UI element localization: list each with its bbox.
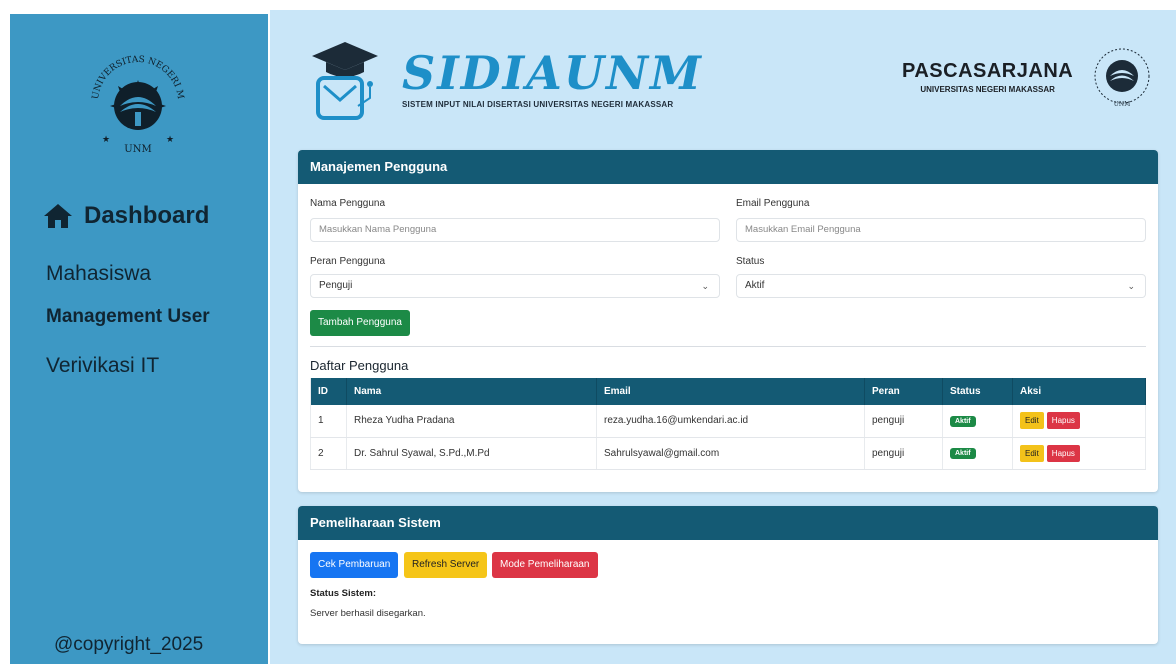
system-status-label: Status Sistem: (310, 588, 376, 599)
maintenance-mode-button[interactable]: Mode Pemeliharaan (492, 552, 598, 578)
col-peran: Peran (864, 378, 943, 405)
unm-logo-small: UNM (1094, 48, 1150, 108)
delete-button[interactable]: Hapus (1046, 412, 1080, 430)
app-frame: UNIVERSITAS NEGERI MAKASSAR ★ ★ UN (0, 0, 1176, 664)
nav-dashboard[interactable]: Dashboard (42, 202, 209, 230)
cell-id: 1 (310, 405, 347, 438)
svg-text:UNM: UNM (1114, 101, 1130, 108)
system-status-text: Server berhasil disegarkan. (310, 608, 426, 619)
cell-id: 2 (310, 437, 347, 470)
email-label: Email Pengguna (736, 198, 810, 209)
cell-actions: Edit Hapus (1012, 405, 1146, 438)
status-badge: Aktif (950, 415, 976, 427)
edit-button[interactable]: Edit (1020, 444, 1044, 462)
brand-title: SIDIAUNM (402, 46, 703, 100)
pasca-title: PASCASARJANA (902, 60, 1074, 82)
col-status: Status (942, 378, 1013, 405)
home-icon (44, 204, 72, 228)
col-nama: Nama (346, 378, 597, 405)
cell-email: reza.yudha.16@umkendari.ac.id (596, 405, 865, 438)
col-id: ID (310, 378, 347, 405)
col-email: Email (596, 378, 865, 405)
cell-actions: Edit Hapus (1012, 437, 1146, 470)
delete-button[interactable]: Hapus (1046, 444, 1080, 462)
svg-text:★: ★ (166, 134, 174, 144)
users-table: ID Nama Email Peran Status Aksi 1 Rheza … (310, 378, 1146, 470)
nav-mahasiswa[interactable]: Mahasiswa (46, 262, 151, 286)
nav-verifikasi-it[interactable]: Verivikasi IT (46, 354, 159, 378)
maintenance-card: Pemeliharaan Sistem Cek Pembaruan Refres… (298, 506, 1158, 644)
status-badge: Aktif (950, 448, 976, 459)
status-select[interactable]: Aktif ⌄ (736, 274, 1146, 298)
table-row: 1 Rheza Yudha Pradana reza.yudha.16@umke… (310, 405, 1146, 438)
cell-role: penguji (864, 405, 943, 438)
role-label: Peran Pengguna (310, 256, 386, 267)
nav-dashboard-label: Dashboard (84, 202, 210, 229)
graduation-cap-icon (312, 42, 378, 120)
brand-subtitle: SISTEM INPUT NILAI DISERTASI UNIVERSITAS… (402, 100, 674, 109)
refresh-server-button[interactable]: Refresh Server (404, 552, 488, 578)
copyright-text: @copyright_2025 (54, 634, 204, 655)
nav-management-user[interactable]: Management User (46, 306, 210, 328)
status-label: Status (736, 256, 765, 267)
status-value: Aktif (745, 280, 765, 291)
role-select[interactable]: Penguji ⌄ (310, 274, 720, 298)
cell-role: penguji (864, 437, 943, 470)
add-user-button[interactable]: Tambah Pengguna (310, 310, 410, 336)
sidebar: UNIVERSITAS NEGERI MAKASSAR ★ ★ UN (10, 14, 268, 664)
cell-name: Rheza Yudha Pradana (346, 405, 597, 438)
cell-status: Aktif (942, 437, 1013, 470)
pascasarjana-label: PASCASARJANA UNIVERSITAS NEGERI MAKASSAR (902, 60, 1073, 94)
unm-logo: UNIVERSITAS NEGERI MAKASSAR ★ ★ UN (76, 33, 196, 164)
svg-text:UNM: UNM (124, 144, 151, 155)
chevron-down-icon: ⌄ (1127, 281, 1135, 291)
check-update-button[interactable]: Cek Pembaruan (310, 552, 399, 578)
user-management-title: Manajemen Pengguna (298, 150, 1158, 184)
svg-text:★: ★ (102, 134, 110, 144)
chevron-down-icon: ⌄ (701, 281, 709, 291)
brand-text: SIDIAUNM SISTEM INPUT NILAI DISERTASI UN… (402, 48, 703, 109)
divider (310, 346, 1146, 347)
name-label: Nama Pengguna (310, 198, 386, 209)
brand: SIDIAUNM SISTEM INPUT NILAI DISERTASI UN… (310, 38, 703, 124)
maintenance-title: Pemeliharaan Sistem (298, 506, 1158, 540)
pasca-subtitle: UNIVERSITAS NEGERI MAKASSAR (920, 85, 1055, 94)
col-aksi: Aksi (1012, 378, 1146, 405)
table-row: 2 Dr. Sahrul Syawal, S.Pd.,M.Pd Sahrulsy… (310, 437, 1146, 470)
cell-name: Dr. Sahrul Syawal, S.Pd.,M.Pd (346, 437, 597, 470)
cell-status: Aktif (942, 405, 1013, 438)
user-list-title: Daftar Pengguna (310, 358, 409, 373)
edit-button[interactable]: Edit (1020, 412, 1044, 430)
role-value: Penguji (319, 280, 353, 291)
user-management-card: Manajemen Pengguna Nama Pengguna Masukka… (298, 150, 1158, 492)
cell-email: Sahrulsyawal@gmail.com (596, 437, 865, 470)
email-input[interactable]: Masukkan Email Pengguna (736, 218, 1146, 242)
name-input[interactable]: Masukkan Nama Pengguna (310, 218, 720, 242)
